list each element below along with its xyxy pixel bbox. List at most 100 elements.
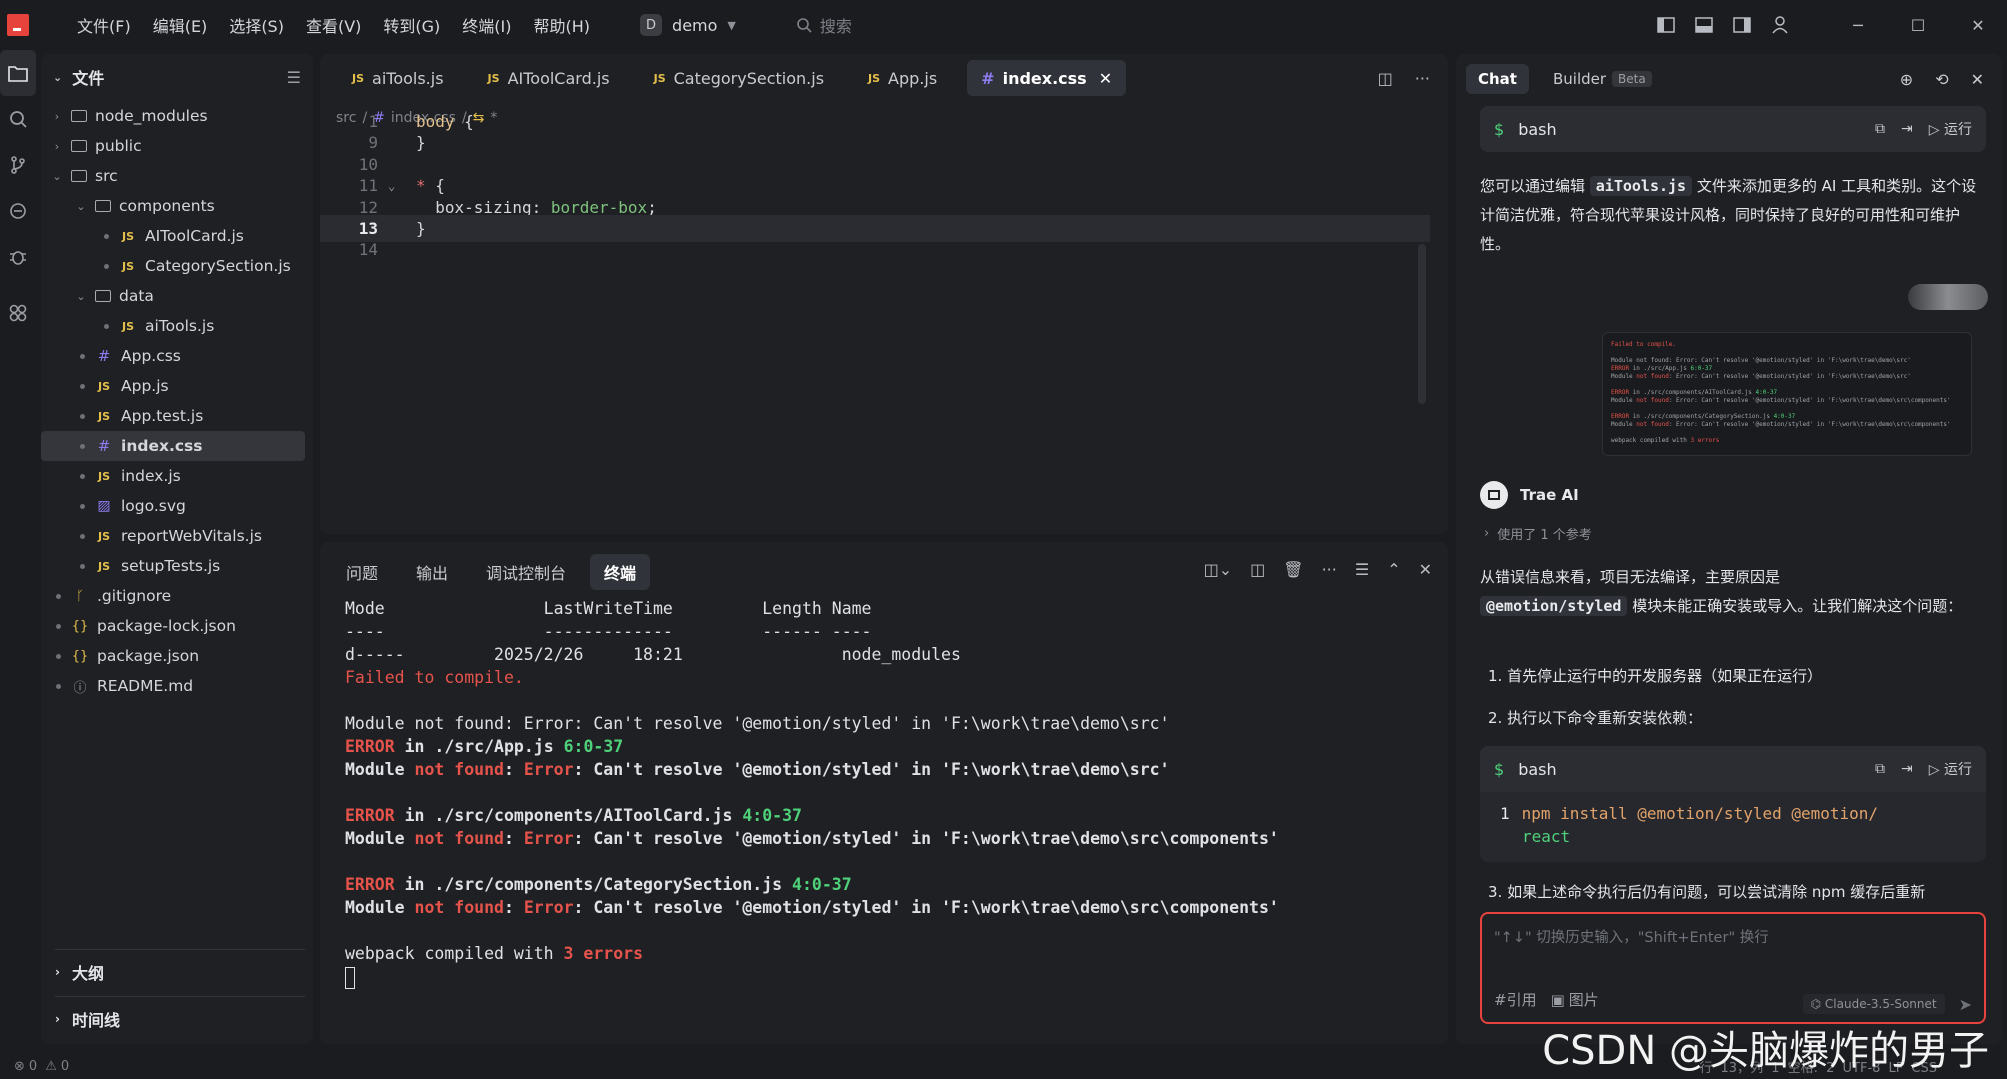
term-line: Mode LastWriteTime Length Name [345, 599, 872, 618]
search-box[interactable]: 搜索 [796, 13, 852, 37]
tree-file[interactable]: # App.css [41, 341, 305, 371]
timeline-section[interactable]: › 时间线 [55, 996, 305, 1040]
new-chat-icon[interactable]: ⊕ [1900, 70, 1913, 89]
toggle-chat-icon[interactable] [1729, 12, 1755, 38]
source-control-icon[interactable] [0, 142, 36, 188]
menu-file[interactable]: 文件(F) [77, 13, 131, 37]
debug-icon[interactable] [0, 234, 36, 280]
tree-folder[interactable]: ⌄ src [41, 161, 305, 191]
tab-index-css[interactable]: # index.css ✕ [967, 60, 1127, 96]
tree-file[interactable]: JS CategorySection.js [41, 251, 305, 281]
history-icon[interactable]: ⟲ [1935, 70, 1948, 89]
more-icon[interactable]: ··· [1415, 69, 1430, 88]
tab-aitoolcard[interactable]: JS AIToolCard.js [474, 60, 624, 96]
project-switcher[interactable]: D demo ▼ [640, 14, 736, 36]
explorer-icon[interactable] [0, 50, 36, 96]
toggle-panel-icon[interactable] [1691, 12, 1717, 38]
menu-edit[interactable]: 编辑(E) [153, 13, 208, 37]
run-button[interactable]: ▷ 运行 [1929, 119, 1972, 139]
reference-button[interactable]: #引用 [1494, 989, 1537, 1010]
term-line: Module not found: Error: Can't resolve '… [345, 898, 1279, 917]
send-icon[interactable]: ➤ [1959, 995, 1972, 1014]
tree-folder[interactable]: › public [41, 131, 305, 161]
tree-file[interactable]: JS reportWebVitals.js [41, 521, 305, 551]
tab-builder[interactable]: Builder Beta [1541, 64, 1664, 94]
tab-categorysection[interactable]: JS CategorySection.js [640, 60, 838, 96]
copy-icon[interactable]: ⧉ [1875, 761, 1885, 777]
chevron-down-icon[interactable]: ⌄ [53, 71, 62, 84]
term-line: ERROR in ./src/components/CategorySectio… [345, 875, 852, 894]
tree-folder[interactable]: ⌄ data [41, 281, 305, 311]
tab-problems[interactable]: 问题 [332, 554, 392, 590]
js-icon: JS [97, 469, 110, 483]
settings-icon[interactable]: ☰ [1355, 560, 1369, 579]
tree-file[interactable]: {} package.json [41, 641, 305, 671]
extensions-icon[interactable] [0, 290, 36, 336]
split-editor-icon[interactable]: ◫ [1378, 69, 1393, 88]
search-icon[interactable] [0, 96, 36, 142]
remote-icon[interactable] [0, 188, 36, 234]
close-panel-icon[interactable]: ✕ [1419, 560, 1432, 579]
run-button[interactable]: ▷ 运行 [1929, 759, 1972, 779]
menu-select[interactable]: 选择(S) [229, 13, 284, 37]
new-terminal-icon[interactable]: ◫⌄ [1204, 560, 1233, 579]
problems-indicator[interactable]: ⊗ 0 ⚠ 0 [14, 1059, 69, 1074]
chat-input-box[interactable]: "↑↓" 切换历史输入，"Shift+Enter" 换行 #引用 ▣ 图片 ⌬ C… [1480, 912, 1986, 1024]
tree-folder[interactable]: ⌄ components [41, 191, 305, 221]
close-chat-icon[interactable]: ✕ [1971, 70, 1984, 89]
menu-goto[interactable]: 转到(G) [383, 13, 440, 37]
tab-debug-console[interactable]: 调试控制台 [472, 554, 580, 590]
tree-file[interactable]: {} package-lock.json [41, 611, 305, 641]
chevron-up-icon[interactable]: ⌃ [1387, 560, 1400, 579]
tab-aitools[interactable]: JS aiTools.js [338, 60, 458, 96]
tree-file[interactable]: ▨ logo.svg [41, 491, 305, 521]
fold-chevron-icon[interactable]: ⌄ [388, 179, 395, 193]
model-selector[interactable]: ⌬ Claude-3.5-Sonnet [1802, 994, 1945, 1014]
tree-label: .gitignore [97, 587, 172, 605]
close-icon[interactable]: ✕ [1965, 12, 1991, 38]
tree-file[interactable]: ⓘ README.md [41, 671, 305, 701]
tree-file[interactable]: JS AIToolCard.js [41, 221, 305, 251]
tab-chat[interactable]: Chat [1466, 64, 1529, 94]
install-command: 1 npm install @emotion/styled @emotion/ r… [1500, 804, 1879, 846]
trash-icon[interactable]: 🗑 [1283, 560, 1303, 579]
tab-terminal[interactable]: 终端 [590, 554, 651, 590]
tree-file[interactable]: JS setupTests.js [41, 551, 305, 581]
menu-help[interactable]: 帮助(H) [534, 13, 591, 37]
explorer-settings-icon[interactable]: ☰ [287, 68, 301, 87]
tree-file[interactable]: # index.css [41, 431, 305, 461]
image-button[interactable]: ▣ 图片 [1551, 989, 1599, 1010]
account-icon[interactable] [1767, 12, 1793, 38]
tree-file[interactable]: JS App.test.js [41, 401, 305, 431]
minimize-icon[interactable]: ─ [1845, 12, 1871, 38]
editor-scrollbar[interactable] [1418, 244, 1426, 404]
tree-file[interactable]: JS index.js [41, 461, 305, 491]
close-tab-icon[interactable]: ✕ [1099, 69, 1112, 88]
css-icon: # [97, 437, 111, 455]
editor-tabs: JS aiTools.js JS AIToolCard.js JS CategoryS… [320, 54, 1448, 102]
tree-file[interactable]: JS aiTools.js [41, 311, 305, 341]
tree-file[interactable]: JS App.js [41, 371, 305, 401]
tab-app[interactable]: JS App.js [854, 60, 951, 96]
error-screenshot-thumbnail[interactable]: Failed to compile. Module not found: Err… [1602, 332, 1972, 456]
toggle-sidebar-icon[interactable] [1653, 12, 1679, 38]
insert-icon[interactable]: ⇥ [1901, 761, 1913, 777]
term-line: webpack compiled with 3 errors [345, 944, 644, 963]
tree-file[interactable]: ᚴ .gitignore [41, 581, 305, 611]
split-terminal-icon[interactable]: ◫ [1250, 560, 1265, 579]
copy-icon[interactable]: ⧉ [1875, 121, 1885, 137]
tab-output[interactable]: 输出 [402, 554, 462, 590]
tab-label: AIToolCard.js [507, 68, 610, 88]
tree-folder[interactable]: › node_modules [41, 101, 305, 131]
outline-section[interactable]: › 大纲 [55, 949, 305, 993]
info-icon: ⓘ [73, 680, 87, 696]
more-icon[interactable]: ··· [1322, 560, 1337, 579]
maximize-icon[interactable]: ☐ [1905, 12, 1931, 38]
folder-icon [95, 200, 111, 212]
insert-icon[interactable]: ⇥ [1901, 121, 1913, 137]
menu-view[interactable]: 查看(V) [306, 13, 361, 37]
chat-input[interactable]: "↑↓" 切换历史输入，"Shift+Enter" 换行 [1494, 926, 1769, 947]
menu-terminal[interactable]: 终端(I) [462, 13, 511, 37]
references-toggle[interactable]: › 使用了 1 个参考 [1484, 524, 1592, 543]
line-number: 1 [368, 112, 378, 131]
